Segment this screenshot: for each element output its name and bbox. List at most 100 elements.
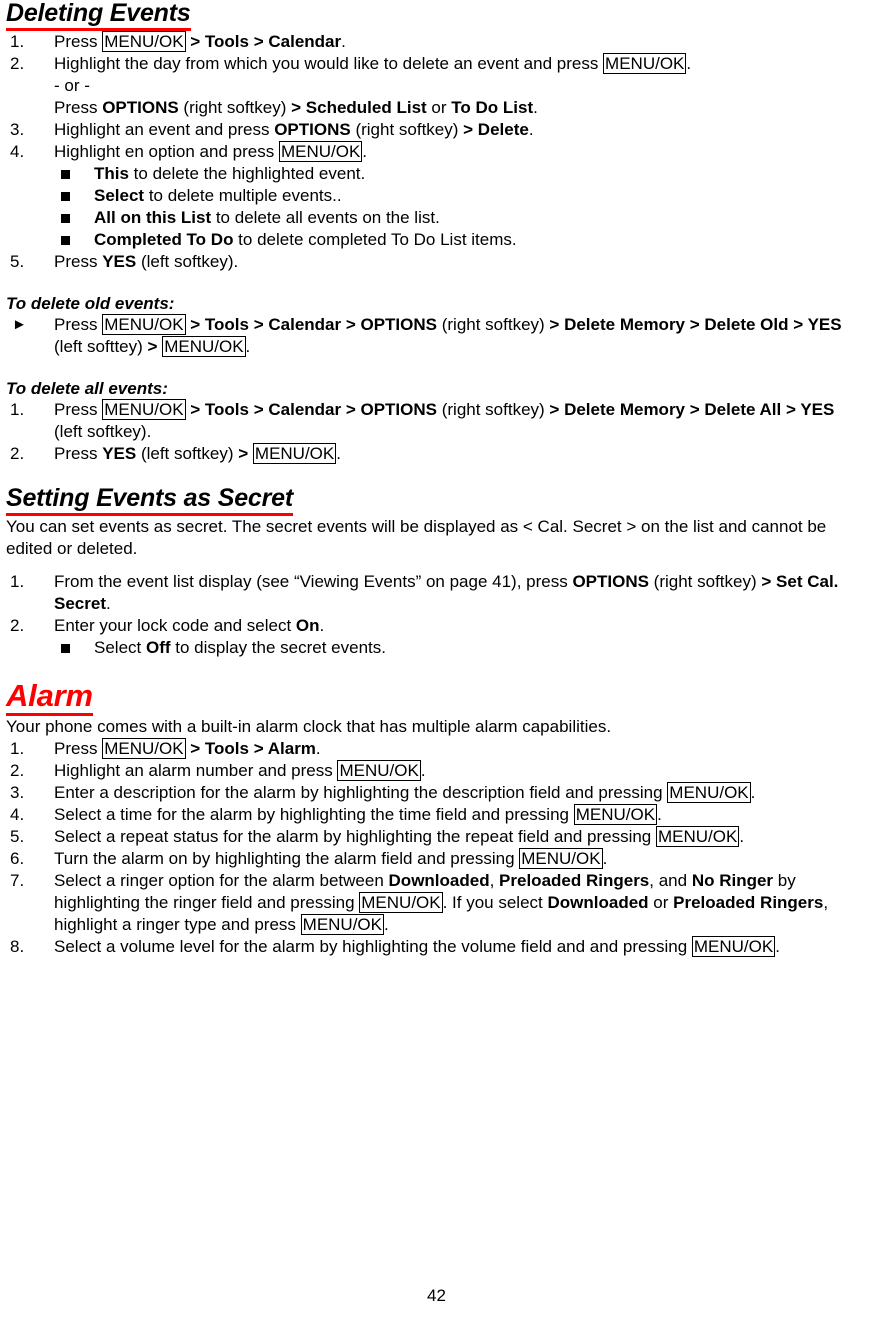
heading-alarm: Alarm — [6, 679, 93, 716]
heading-deleting-events: Deleting Events — [6, 0, 191, 31]
step-text: Highlight an event and press — [54, 120, 275, 139]
document-page: Deleting Events 1. Press MENU/OK > Tools… — [0, 0, 873, 1324]
step-text: Highlight an alarm number and press — [54, 761, 338, 780]
list-item-step-4: 4. Highlight en option and press MENU/OK… — [6, 141, 867, 163]
menu-item-delete-old: Delete Old — [704, 315, 789, 334]
list-item-delete-all-step-2: 2. Press YES (left softkey) > MENU/OK. — [6, 443, 867, 465]
conjunction: , and — [649, 871, 692, 890]
step-number: 1. — [10, 32, 25, 51]
step-number: 3. — [10, 783, 25, 802]
list-item-delete-all-step-1: 1. Press MENU/OK > Tools > Calendar > OP… — [6, 399, 867, 443]
separator: > — [291, 98, 306, 117]
list-item-option-completed-to-do: Completed To Do to delete completed To D… — [6, 229, 867, 251]
step-number: 2. — [10, 616, 25, 635]
step-text: Press — [54, 739, 103, 758]
softkey-options: OPTIONS — [360, 400, 437, 419]
softkey-hint: (right softkey) — [437, 400, 550, 419]
step-text-end: . — [775, 937, 780, 956]
list-item-step-1: 1. Press MENU/OK > Tools > Calendar. — [6, 31, 867, 53]
step-text: Press — [54, 98, 103, 117]
menu-item-alarm: Alarm — [267, 739, 316, 758]
menu-item-calendar: Calendar — [268, 32, 342, 51]
menu-ok-key: MENU/OK — [102, 738, 186, 759]
menu-ok-key: MENU/OK — [603, 53, 687, 74]
softkey-options: OPTIONS — [360, 315, 437, 334]
list-item-secret-step-2: 2. Enter your lock code and select On. — [6, 615, 867, 637]
step-text-end: . — [533, 98, 538, 117]
step-text: Select a time for the alarm by highlight… — [54, 805, 574, 824]
list-item-alarm-step-8: 8. Select a volume level for the alarm b… — [6, 936, 867, 958]
menu-item-calendar: Calendar — [268, 315, 342, 334]
step-number: 2. — [10, 54, 25, 73]
separator: > — [781, 400, 801, 419]
step-text: . If you select — [442, 893, 548, 912]
secret-intro-paragraph: You can set events as secret. The secret… — [6, 517, 827, 558]
option-label: This — [94, 164, 129, 183]
step-number: 5. — [10, 827, 25, 846]
menu-ok-key: MENU/OK — [519, 848, 603, 869]
softkey-hint: (right softkey) — [350, 120, 464, 139]
step-number: 7. — [10, 871, 25, 890]
separator: > — [185, 739, 205, 758]
heading-to-delete-all-events: To delete all events: — [6, 379, 168, 398]
option-prefix: Select — [94, 638, 146, 657]
list-item-alarm-step-4: 4. Select a time for the alarm by highli… — [6, 804, 867, 826]
heading-setting-events-as-secret: Setting Events as Secret — [6, 485, 293, 516]
step-text-end: . — [657, 805, 662, 824]
section-deleting-events: Deleting Events 1. Press MENU/OK > Tools… — [6, 0, 867, 273]
list-item-secret-step-1: 1. From the event list display (see “Vie… — [6, 571, 867, 615]
separator: > — [248, 739, 268, 758]
separator: > — [341, 315, 361, 334]
step-text: Select a volume level for the alarm by h… — [54, 937, 692, 956]
step-text: Highlight the day from which you would l… — [54, 54, 604, 73]
separator: > — [238, 444, 253, 463]
ringer-option-no-ringer: No Ringer — [691, 871, 774, 890]
menu-item-delete: Delete — [477, 120, 529, 139]
menu-ok-key: MENU/OK — [278, 141, 363, 162]
arrow-bullet-icon: ► — [12, 316, 27, 333]
option-label: Select — [94, 186, 145, 205]
list-item-step-2: 2. Highlight the day from which you woul… — [6, 53, 867, 119]
option-off: Off — [145, 638, 171, 657]
softkey-options: OPTIONS — [572, 572, 649, 591]
ringer-option-preloaded-ringers: Preloaded Ringers — [499, 871, 650, 890]
separator: > — [147, 337, 163, 356]
conjunction: or — [426, 98, 452, 117]
step-text-end: . — [245, 337, 251, 356]
menu-ok-key: MENU/OK — [573, 804, 658, 825]
deleting-events-steps: 1. Press MENU/OK > Tools > Calendar. 2. … — [6, 31, 867, 273]
step-text-end: . — [739, 827, 745, 846]
heading-to-delete-old-events: To delete old events: — [6, 294, 175, 313]
separator: > — [761, 572, 777, 591]
square-bullet-icon — [61, 214, 70, 223]
step-text: Enter your lock code and select — [54, 616, 296, 635]
square-bullet-icon — [61, 644, 70, 653]
separator-comma: , — [489, 871, 500, 890]
section-delete-all-events: To delete all events: 1. Press MENU/OK >… — [6, 378, 867, 465]
softkey-options: OPTIONS — [102, 98, 179, 117]
menu-ok-key: MENU/OK — [252, 443, 337, 464]
option-description: to delete multiple events.. — [144, 186, 342, 205]
menu-item-tools: Tools — [204, 32, 249, 51]
separator: > — [248, 400, 269, 419]
step-number: 4. — [10, 142, 25, 161]
menu-item-scheduled-list: Scheduled List — [305, 98, 427, 117]
step-text-end: . — [319, 616, 325, 635]
separator: > — [341, 400, 361, 419]
list-item-step-3: 3. Highlight an event and press OPTIONS … — [6, 119, 867, 141]
softkey-hint: (right softkey) — [648, 572, 762, 591]
step-number: 2. — [10, 761, 25, 780]
step-number: 1. — [10, 572, 25, 591]
step-text-end: . — [315, 739, 321, 758]
menu-ok-key: MENU/OK — [337, 760, 421, 781]
step-text-end: . — [362, 142, 368, 161]
step-text-end: . — [420, 761, 426, 780]
step-text-end: . — [602, 849, 608, 868]
list-item-option-select: Select to delete multiple events.. — [6, 185, 867, 207]
separator: > — [685, 315, 700, 334]
list-item-delete-old: ► Press MENU/OK > Tools > Calendar > OPT… — [6, 314, 867, 358]
list-item-option-this: This to delete the highlighted event. — [6, 163, 867, 185]
step-text-end: . — [336, 444, 341, 463]
menu-item-tools: Tools — [204, 400, 249, 419]
